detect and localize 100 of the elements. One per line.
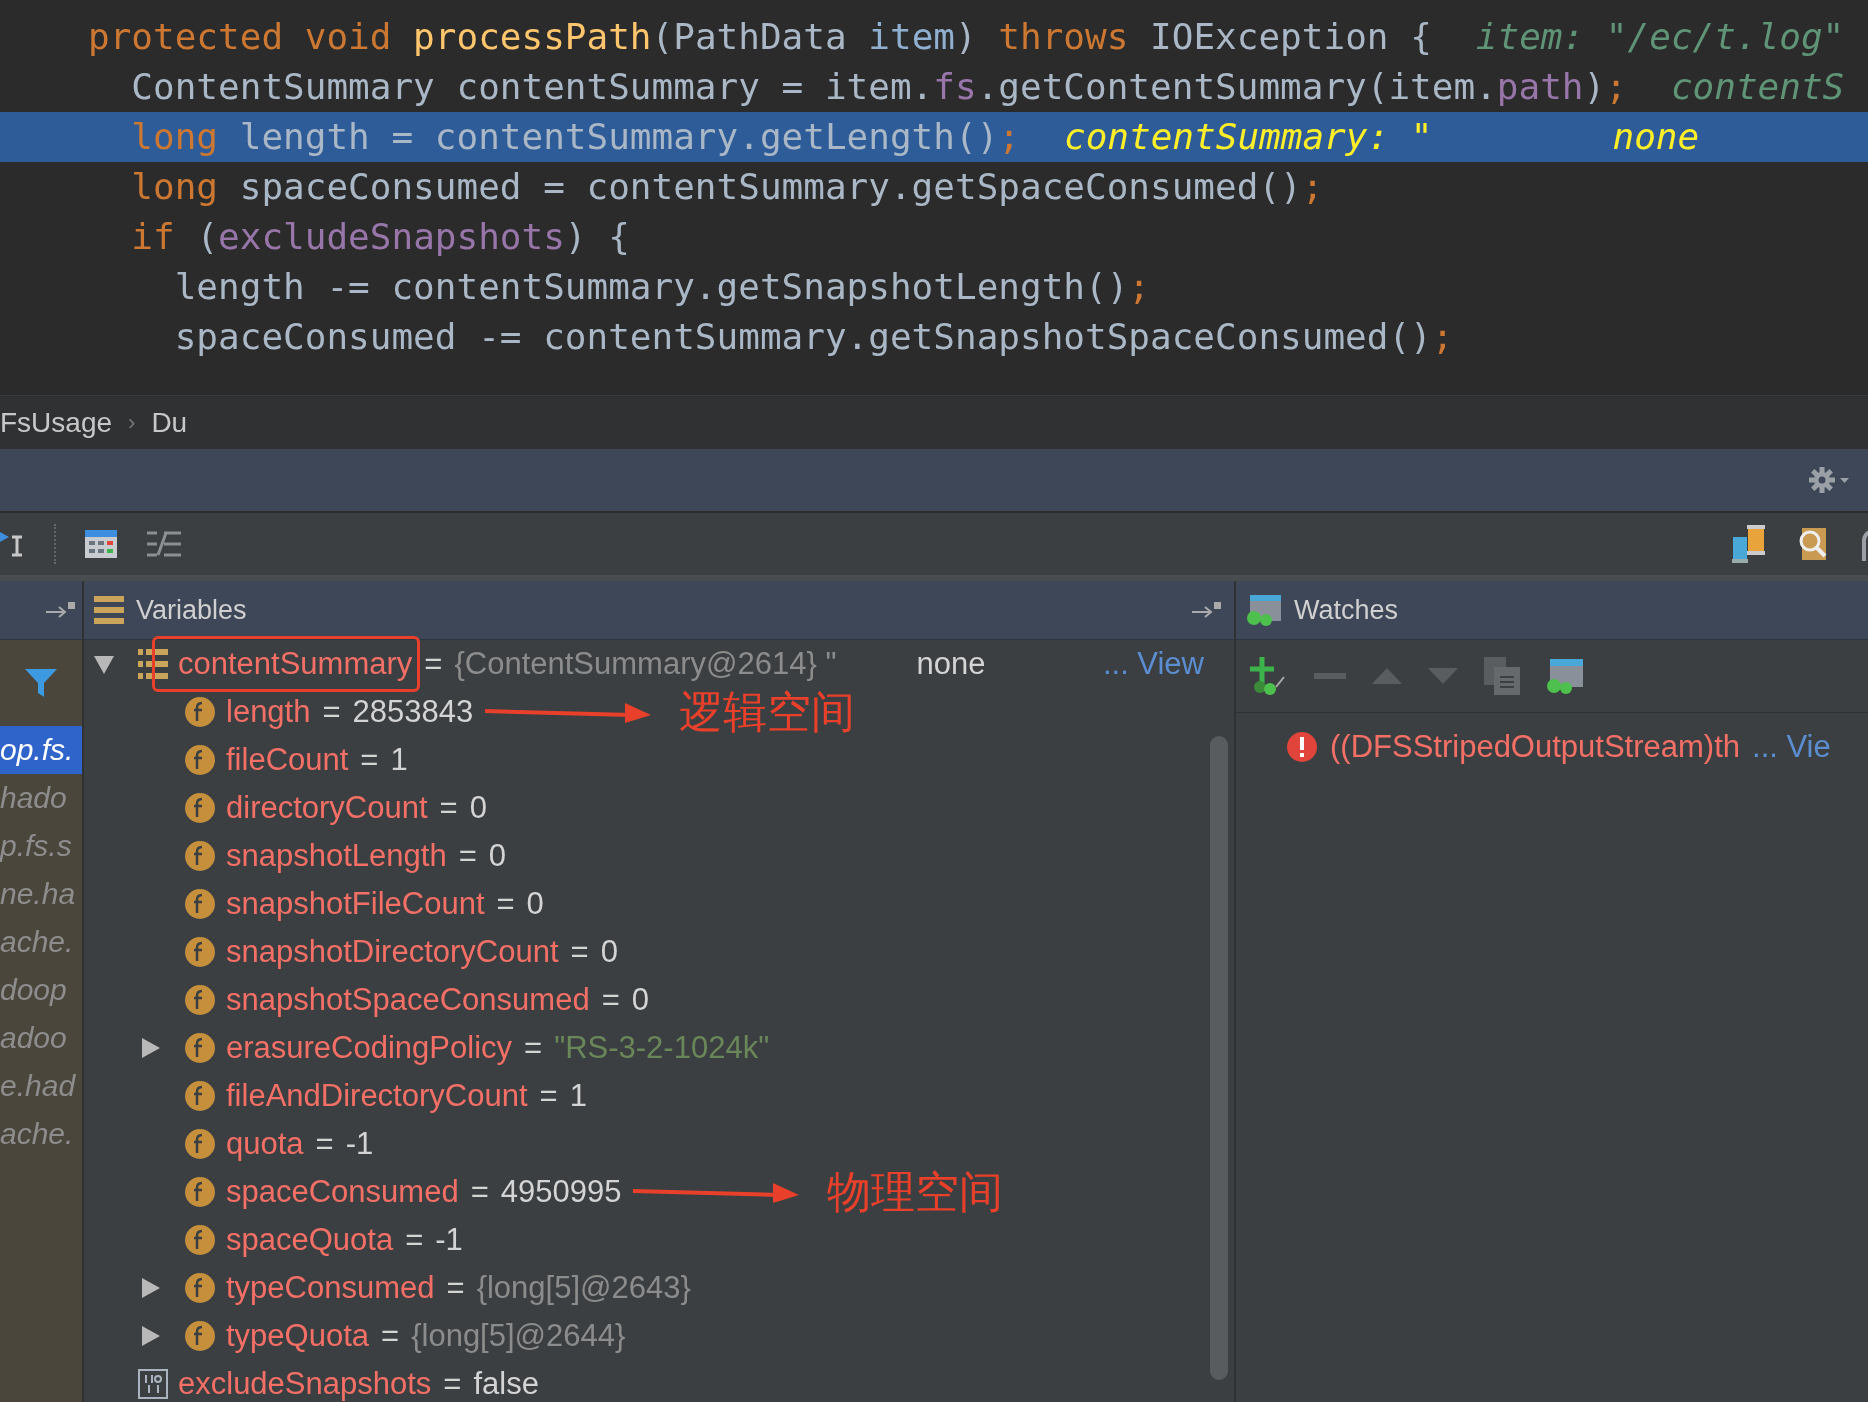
code-token: length = contentSummary.getLength() [239, 116, 999, 157]
stack-frame[interactable]: adoo [0, 1014, 82, 1062]
view-link[interactable]: ... Vie [1752, 729, 1831, 765]
variable-value: 0 [600, 934, 618, 970]
scrollbar-thumb[interactable] [1210, 736, 1228, 1380]
binary-icon [138, 1369, 168, 1399]
view-link[interactable]: ... View [1102, 646, 1204, 682]
variable-name: quota [226, 1126, 304, 1162]
variable-name: erasureCodingPolicy [226, 1030, 513, 1066]
variable-value: 1 [390, 742, 408, 778]
code-token: ; [998, 116, 1020, 157]
field-icon [184, 1272, 216, 1304]
code-token: ; [1605, 66, 1627, 107]
code-token: spaceConsumed = contentSummary.getSpaceConsumed() [239, 166, 1302, 207]
code-token: spaceConsumed -= contentSummary.getSnapshotSpaceConsumed() [173, 316, 1432, 357]
equals-sign: = [539, 1078, 558, 1114]
error-icon [1286, 731, 1318, 763]
stack-frame[interactable]: p.fs.s [0, 822, 82, 870]
field-icon [184, 936, 216, 968]
breadcrumb-item[interactable]: FsUsage [0, 406, 113, 439]
field-icon [184, 888, 216, 920]
hide-panel-icon[interactable] [1192, 600, 1222, 620]
equals-sign: = [439, 790, 458, 826]
code-token: ; [1128, 266, 1151, 307]
object-icon [138, 649, 168, 679]
glasses-icon [1246, 594, 1282, 626]
equals-sign: = [470, 1174, 489, 1210]
variable-value: 4950995 [500, 1174, 622, 1210]
equals-sign: = [446, 1270, 465, 1306]
annotation-label: 物理空间 [827, 1165, 1004, 1218]
variable-name: fileAndDirectoryCount [226, 1078, 528, 1114]
variable-name: spaceQuota [226, 1222, 394, 1258]
variables-icon [94, 596, 124, 624]
hide-panel-icon[interactable] [46, 600, 76, 620]
variable-value: -1 [345, 1126, 374, 1162]
variable-value: false [473, 1366, 539, 1402]
code-token: long [130, 166, 220, 207]
code-token: if [130, 216, 176, 257]
field-icon [184, 792, 216, 824]
code-token: item [868, 16, 955, 57]
settings-icon[interactable] [1808, 465, 1852, 495]
inline-value: none [1612, 116, 1700, 157]
code-token: throws [998, 16, 1130, 57]
stack-frame[interactable]: ne.ha [0, 870, 82, 918]
equals-sign: = [322, 694, 341, 730]
code-token: ; [1301, 166, 1324, 207]
variable-value: {long[5]@2643} [476, 1270, 691, 1306]
code-token: ( [196, 216, 219, 257]
code-token: processPath [413, 16, 652, 57]
stack-frame[interactable]: ache. [0, 1110, 82, 1158]
equals-sign: = [570, 934, 589, 970]
variable-name: snapshotSpaceConsumed [226, 982, 590, 1018]
stack-frame[interactable]: doop [0, 966, 82, 1014]
variable-value: 0 [631, 982, 649, 1018]
equals-sign: = [405, 1222, 424, 1258]
equals-sign: = [524, 1030, 543, 1066]
calculator-icon[interactable] [84, 529, 118, 559]
list-icon[interactable] [146, 529, 182, 559]
code-token: fs [933, 66, 977, 107]
watch-expression: ((DFSStripedOutputStream)th [1330, 729, 1741, 765]
variable-name: snapshotDirectoryCount [226, 934, 559, 970]
stack-frame[interactable]: op.fs. [0, 726, 82, 774]
panel-title: Variables [136, 594, 247, 626]
field-icon [184, 984, 216, 1016]
code-token: long [130, 116, 220, 157]
thread-spools-icon[interactable] [1732, 525, 1768, 563]
filter-icon[interactable] [24, 667, 58, 699]
equals-sign: = [443, 1366, 462, 1402]
variable-name: length [226, 694, 311, 730]
breadcrumb-separator: › [128, 409, 136, 436]
variable-name: snapshotLength [226, 838, 447, 874]
equals-sign: = [496, 886, 515, 922]
variable-name: directoryCount [226, 790, 428, 826]
code-token: ) { [564, 216, 630, 257]
stack-frame[interactable]: ache. [0, 918, 82, 966]
variable-name: snapshotFileCount [226, 886, 485, 922]
code-token: protected void [88, 16, 393, 57]
inline-value: item: "/ec/t.log" [1475, 16, 1845, 57]
equals-sign: = [458, 838, 477, 874]
stack-frame[interactable]: e.had [0, 1062, 82, 1110]
code-editor[interactable] [0, 0, 1868, 395]
code-token: (PathData [651, 16, 848, 57]
breadcrumb-item[interactable]: Du [151, 406, 188, 439]
variable-name: typeConsumed [226, 1270, 435, 1306]
stack-frame[interactable]: hado [0, 774, 82, 822]
equals-sign: = [360, 742, 379, 778]
variable-value: none [916, 646, 986, 682]
variable-name: excludeSnapshots [178, 1366, 432, 1402]
code-token: IOException { [1150, 16, 1432, 57]
add-watch-icon[interactable] [1248, 657, 1288, 695]
code-token: path [1496, 66, 1584, 107]
variable-value: 2853843 [352, 694, 474, 730]
variable-value: 0 [488, 838, 506, 874]
field-icon [184, 1320, 216, 1352]
variable-name: typeQuota [226, 1318, 370, 1354]
equals-sign: = [315, 1126, 334, 1162]
inline-value: contentSummary: " [1064, 116, 1433, 157]
glasses-icon[interactable] [1546, 658, 1584, 694]
equals-sign: = [424, 646, 443, 682]
variable-value: "RS-3-2-1024k" [554, 1030, 770, 1066]
